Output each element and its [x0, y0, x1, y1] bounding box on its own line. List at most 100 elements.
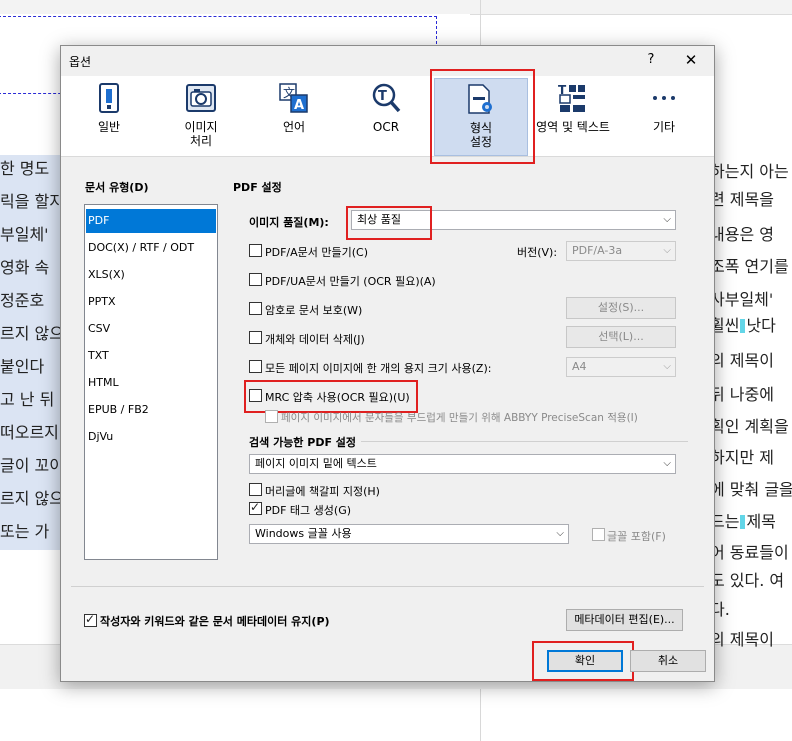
doc-type-label: 문서 유형(D)	[85, 181, 149, 194]
select-objects-button[interactable]: 선택(L)...	[566, 326, 676, 348]
password-checkbox[interactable]	[249, 302, 262, 315]
document-text-fragment: 낫다	[746, 316, 776, 335]
tab-general[interactable]: 일반	[64, 76, 154, 156]
doc-type-item[interactable]: CSV	[86, 317, 216, 341]
more-icon	[653, 96, 675, 100]
document-text-fragment: 뒤 나중에	[710, 385, 774, 404]
document-text-line: 부일체'	[0, 225, 49, 244]
document-text-line: 련 제목을	[710, 186, 774, 210]
pdfua-checkbox[interactable]	[249, 273, 262, 286]
edit-metadata-button[interactable]: 메타데이터 편집(E)...	[566, 609, 683, 631]
app-top-bar	[0, 0, 792, 15]
keep-metadata-checkbox[interactable]	[84, 612, 97, 627]
paper-size-select[interactable]: A4 ⌵	[566, 357, 676, 377]
doc-type-item[interactable]: DOC(X) / RTF / ODT	[86, 236, 216, 260]
document-text-fragment: 도 있다. 여	[710, 571, 785, 590]
image-quality-label: 이미지 품질(M):	[249, 216, 329, 229]
document-text-line: 드는 제목	[710, 508, 776, 532]
precisescan-checkbox[interactable]	[265, 410, 278, 423]
embed-fonts-checkbox[interactable]	[592, 528, 605, 541]
close-button[interactable]: ✕	[682, 51, 700, 69]
text-cursor-marker	[740, 319, 746, 333]
searchable-mode-select[interactable]: 페이지 이미지 밑에 텍스트 ⌵	[249, 454, 676, 474]
options-category-toolbar: 일반 이미지 처리 文 A 언어 T OCR 형식 설정 T 영역 및 텍스트 …	[61, 76, 714, 157]
password-label: 암호로 문서 보호(W)	[265, 304, 363, 317]
language-icon: 文 A	[279, 83, 308, 113]
document-text-line: 또는 가	[0, 522, 50, 541]
document-text-line: 조폭 연기를	[710, 253, 789, 277]
delete-objects-label: 개체와 데이터 삭제(J)	[265, 333, 365, 346]
font-mode-select[interactable]: Windows 글꼴 사용 ⌵	[249, 524, 569, 544]
one-paper-size-checkbox[interactable]	[249, 360, 262, 373]
document-text-line: 에 맞춰 글을	[710, 476, 792, 500]
document-text-line: 휠씬 낫다	[710, 312, 776, 336]
document-text-line: 정준호	[0, 291, 45, 310]
document-text-fragment: 조폭 연기를	[710, 257, 789, 276]
tab-other[interactable]: 기타	[619, 76, 709, 156]
doc-type-list[interactable]: PDF DOC(X) / RTF / ODT XLS(X) PPTX CSV TXT HTM…	[84, 204, 218, 560]
ocr-magnifier-icon: T	[372, 83, 401, 113]
pdfa-checkbox[interactable]	[249, 244, 262, 257]
doc-type-item[interactable]: DjVu	[86, 425, 216, 449]
document-text-fragment: 련 제목을	[710, 190, 774, 209]
password-settings-button[interactable]: 설정(S)...	[566, 297, 676, 319]
font-mode-value: Windows 글꼴 사용	[255, 527, 352, 540]
tab-areas-text[interactable]: T 영역 및 텍스트	[527, 76, 619, 156]
document-text-line: 르지 않으	[0, 489, 64, 508]
document-text-line: 하지만 제	[710, 444, 774, 468]
document-text-fragment: 의 제목이	[710, 351, 774, 370]
cancel-button[interactable]: 취소	[630, 650, 706, 672]
tab-language-label: 언어	[282, 120, 306, 134]
document-text-line: 고 난 뒤	[0, 390, 55, 409]
areas-text-icon: T	[558, 83, 585, 112]
document-text-fragment: 획인 계획을	[710, 417, 789, 436]
dialog-title: 옵션	[69, 55, 92, 69]
paper-size-value: A4	[572, 360, 587, 373]
chevron-down-icon: ⌵	[663, 245, 671, 256]
doc-type-item[interactable]: TXT	[86, 344, 216, 368]
options-dialog: 옵션 ? ✕ 일반 이미지 처리 文 A 언어 T OCR 형식 설정 T 영역…	[60, 45, 715, 682]
pdf-tags-checkbox[interactable]	[249, 500, 262, 515]
chevron-down-icon: ⌵	[663, 361, 671, 372]
delete-objects-checkbox[interactable]	[249, 331, 262, 344]
document-text-line: 어 동료들이	[710, 539, 789, 563]
general-settings-icon	[99, 83, 119, 113]
doc-type-item[interactable]: EPUB / FB2	[86, 398, 216, 422]
document-text-line: 도 있다. 여	[710, 567, 784, 591]
tab-image-processing[interactable]: 이미지 처리	[156, 76, 246, 156]
document-text-line: 르지 않으	[0, 324, 64, 343]
tab-ocr[interactable]: T OCR	[341, 76, 431, 156]
document-text-line: 떠오르지	[0, 423, 59, 442]
document-text-fragment: 내용은 영	[710, 225, 774, 244]
doc-type-item[interactable]: PDF	[86, 209, 216, 233]
chevron-down-icon: ⌵	[663, 214, 671, 225]
doc-type-item[interactable]: XLS(X)	[86, 263, 216, 287]
bookmarks-checkbox[interactable]	[249, 483, 262, 496]
highlight-mrc	[244, 380, 418, 413]
svg-text:T: T	[378, 89, 387, 104]
one-paper-size-label: 모든 페이지 이미지에 한 개의 용지 크기 사용(Z):	[265, 362, 492, 375]
version-value: PDF/A-3a	[572, 244, 623, 257]
doc-type-item[interactable]: PPTX	[86, 290, 216, 314]
pdfua-label: PDF/UA문서 만들기 (OCR 필요)(A)	[265, 275, 436, 288]
document-text-line: 영화 속	[0, 258, 50, 277]
document-text-line: 한 명도	[0, 159, 50, 178]
tab-general-label: 일반	[97, 120, 121, 134]
document-text-fragment: 하는지 아는	[710, 162, 789, 181]
document-text-line: 릭을 할지	[0, 192, 64, 211]
bookmarks-label: 머리글에 책갈피 지정(H)	[265, 485, 380, 498]
version-label: 버전(V):	[517, 246, 558, 259]
document-text-line: 붙인다	[0, 357, 45, 376]
document-text-fragment: 에 맞춰 글을	[710, 480, 792, 499]
document-text-line: 획인 계획을	[710, 413, 789, 437]
document-text-line: 내용은 영	[710, 221, 774, 245]
document-text-line: 글이 꼬이	[0, 456, 64, 475]
document-text-line: 사부일체'	[710, 286, 773, 310]
document-text-fragment: 어 동료들이	[710, 543, 789, 562]
tab-language[interactable]: 文 A 언어	[249, 76, 339, 156]
pdfa-label: PDF/A문서 만들기(C)	[265, 246, 369, 259]
help-button[interactable]: ?	[643, 52, 659, 67]
doc-type-item[interactable]: HTML	[86, 371, 216, 395]
document-text-line: 뒤 나중에	[710, 381, 774, 405]
version-select[interactable]: PDF/A-3a ⌵	[566, 241, 676, 261]
